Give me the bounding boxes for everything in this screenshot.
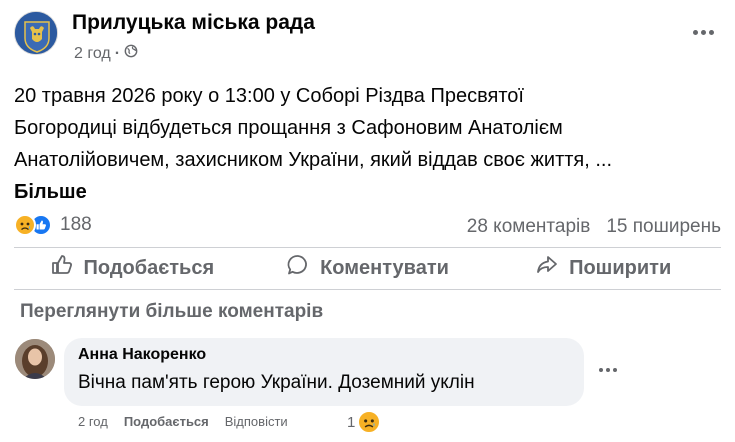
comments-count[interactable]: 28 коментарів — [467, 216, 591, 238]
like-button-label: Подобається — [83, 256, 215, 279]
separator-dot: · — [114, 44, 121, 62]
post-stats: 28 коментарів 15 поширень — [467, 216, 721, 238]
post-text: 20 травня 2026 року о 13:00 у Соборі Різ… — [14, 80, 724, 208]
comment-author[interactable]: Анна Накоренко — [78, 346, 570, 364]
facebook-post: Прилуцька міська рада 2 год · 20 травня … — [0, 0, 735, 442]
share-button-label: Поширити — [569, 256, 672, 279]
thumbs-up-icon — [50, 253, 74, 283]
comment-reply-button[interactable]: Відповісти — [225, 414, 288, 429]
post-text-line: Анатолійовичем, захисником України, який… — [14, 149, 613, 171]
see-more-link[interactable]: Більше — [14, 181, 87, 203]
comment-reactions[interactable]: 1 — [347, 410, 382, 434]
comment-like-button[interactable]: Подобається — [124, 414, 209, 429]
globe-icon — [124, 44, 138, 63]
page-avatar[interactable] — [14, 11, 58, 55]
reactions-summary[interactable]: 188 — [14, 214, 92, 236]
sad-reaction-icon — [357, 410, 382, 434]
divider — [14, 289, 721, 290]
comment-meta: 2 год Подобається Відповісти — [78, 414, 288, 429]
comment-text: Вічна пам'ять герою України. Доземний ук… — [78, 372, 475, 393]
share-button[interactable]: Поширити — [485, 248, 721, 288]
comment-button-label: Коментувати — [320, 256, 449, 279]
comment-time[interactable]: 2 год — [78, 414, 108, 429]
commenter-avatar[interactable] — [15, 339, 55, 379]
post-meta: 2 год · — [74, 44, 138, 63]
shares-count[interactable]: 15 поширень — [606, 216, 721, 238]
comment-button[interactable]: Коментувати — [250, 248, 486, 288]
share-arrow-icon — [535, 253, 559, 283]
page-name[interactable]: Прилуцька міська рада — [72, 11, 315, 35]
like-button[interactable]: Подобається — [14, 248, 250, 288]
post-options-button[interactable] — [685, 20, 721, 44]
reactions-count[interactable]: 188 — [60, 214, 92, 236]
view-more-comments-link[interactable]: Переглянути більше коментарів — [20, 301, 323, 323]
comment-bubble-icon — [286, 253, 310, 283]
comment-bubble: Анна Накоренко Вічна пам'ять герою Украї… — [64, 338, 584, 406]
comment-reaction-count: 1 — [347, 413, 356, 431]
post-actions: Подобається Коментувати Поширити — [14, 248, 721, 288]
post-time[interactable]: 2 год — [74, 45, 111, 63]
sad-reaction-icon — [14, 214, 36, 236]
comment-options-button[interactable] — [594, 358, 622, 382]
post-text-line: Богородиці відбудеться прощання з Сафоно… — [14, 117, 563, 139]
post-text-line: 20 травня 2026 року о 13:00 у Соборі Різ… — [14, 85, 524, 107]
